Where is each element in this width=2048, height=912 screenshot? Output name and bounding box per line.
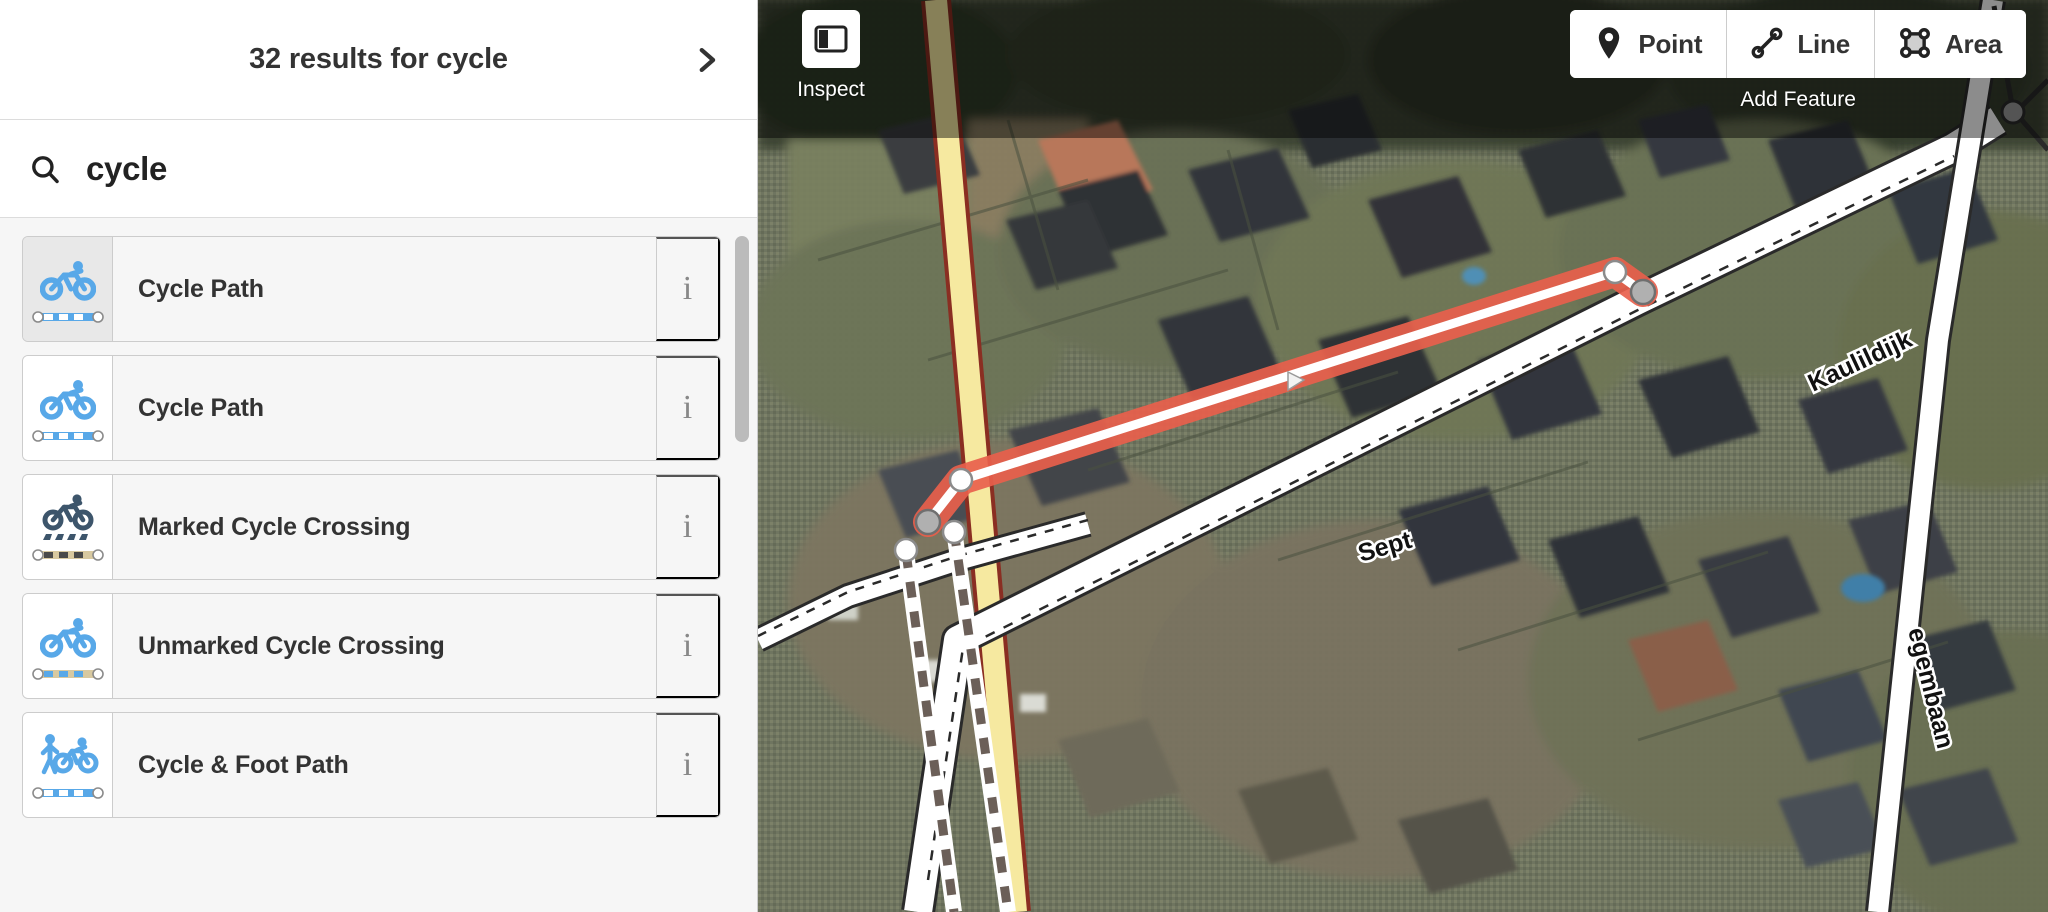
preset-item-marked-cycle-crossing[interactable]: Marked Cycle Crossing i: [22, 474, 721, 580]
add-line-label: Line: [1797, 28, 1850, 59]
add-feature-toolbar: Point Line Area: [1570, 10, 2026, 78]
map-pin-icon: [1594, 26, 1624, 63]
scrollbar-thumb[interactable]: [735, 236, 749, 442]
area-polygon-glyph: [1900, 27, 1930, 58]
preset-info-button[interactable]: i: [656, 475, 720, 579]
line-style-bar: [31, 310, 104, 323]
bicycle-pedestrian-glyph: [40, 733, 98, 774]
preset-label: Cycle & Foot Path: [138, 750, 349, 779]
line-style-bar: [31, 667, 104, 680]
add-point-label: Point: [1638, 28, 1703, 59]
area-polygon-icon: [1899, 27, 1931, 62]
bicycle-icon: [23, 237, 113, 341]
info-icon: i: [682, 508, 693, 545]
line-style-preview: [30, 665, 106, 688]
line-style-bar: [31, 429, 104, 442]
preset-results-list: Cycle Path i Cycle Path i Marked Cycle C…: [0, 218, 757, 912]
preset-label: Cycle Path: [138, 274, 264, 303]
inspect-control: Inspect: [776, 10, 886, 102]
bicycle-icon: [23, 594, 113, 698]
add-point-button[interactable]: Point: [1570, 10, 1728, 78]
info-icon: i: [682, 270, 693, 307]
add-area-label: Area: [1944, 28, 2002, 59]
line-segment-glyph: [1751, 27, 1783, 58]
bicycle-glyph: [39, 617, 96, 658]
preset-item-cycle-path[interactable]: Cycle Path i: [22, 236, 721, 342]
bicycle-crossing-glyph: [42, 493, 93, 540]
line-style-preview: [30, 308, 106, 331]
sidebar-scrollbar[interactable]: [735, 236, 749, 906]
preset-info-button[interactable]: i: [656, 594, 720, 698]
preset-item-cycle-foot-path[interactable]: Cycle & Foot Path i: [22, 712, 721, 818]
preset-label-cell: Cycle Path: [113, 237, 656, 341]
preset-item-unmarked-cycle-crossing[interactable]: Unmarked Cycle Crossing i: [22, 593, 721, 699]
preset-label-cell: Marked Cycle Crossing: [113, 475, 656, 579]
bicycle-crossing-icon: [23, 475, 113, 579]
preset-info-button[interactable]: i: [656, 237, 720, 341]
bicycle-glyph: [39, 379, 96, 420]
map-canvas[interactable]: Kaulildijk Sept egembaan egembaan Inspec…: [758, 0, 2048, 912]
preset-item-cycle-path[interactable]: Cycle Path i: [22, 355, 721, 461]
sidebar-toggle-icon[interactable]: [802, 10, 860, 68]
add-feature-control: Point Line Area Add Feature: [1570, 10, 2026, 112]
chevron-right-icon[interactable]: [677, 31, 735, 89]
bicycle-icon: [23, 356, 113, 460]
preset-label-cell: Cycle & Foot Path: [113, 713, 656, 817]
sidebar-header: 32 results for cycle: [0, 0, 757, 120]
bicycle-pedestrian-icon: [23, 713, 113, 817]
line-style-preview: [30, 427, 106, 450]
preset-search-sidebar: 32 results for cycle cycle Cycle Path i …: [0, 0, 758, 912]
line-style-bar: [31, 786, 104, 799]
info-icon: i: [682, 627, 693, 664]
add-area-button[interactable]: Area: [1874, 10, 2026, 78]
preset-label: Unmarked Cycle Crossing: [138, 631, 445, 660]
info-icon: i: [682, 746, 693, 783]
add-line-button[interactable]: Line: [1727, 10, 1875, 78]
preset-info-button[interactable]: i: [656, 356, 720, 460]
line-style-preview: [30, 784, 106, 807]
add-feature-label: Add Feature: [1740, 88, 1856, 111]
search-icon: [22, 146, 68, 192]
preset-info-button[interactable]: i: [656, 713, 720, 817]
info-icon: i: [682, 389, 693, 426]
line-style-bar: [31, 548, 104, 561]
preset-label-cell: Unmarked Cycle Crossing: [113, 594, 656, 698]
line-segment-icon: [1751, 27, 1783, 62]
sidebar-toggle-glyph: [814, 25, 848, 53]
bicycle-glyph: [39, 260, 96, 301]
satellite-imagery: Kaulildijk Sept egembaan egembaan: [758, 0, 2048, 912]
search-input[interactable]: [68, 149, 628, 188]
results-count-title: 32 results for cycle: [249, 43, 508, 75]
inspect-label: Inspect: [797, 78, 865, 101]
preset-label: Cycle Path: [138, 393, 264, 422]
search-row: [0, 120, 757, 218]
preset-label-cell: Cycle Path: [113, 356, 656, 460]
preset-label: Marked Cycle Crossing: [138, 512, 411, 541]
map-pin-glyph: [1599, 26, 1620, 59]
line-style-preview: [30, 546, 106, 569]
